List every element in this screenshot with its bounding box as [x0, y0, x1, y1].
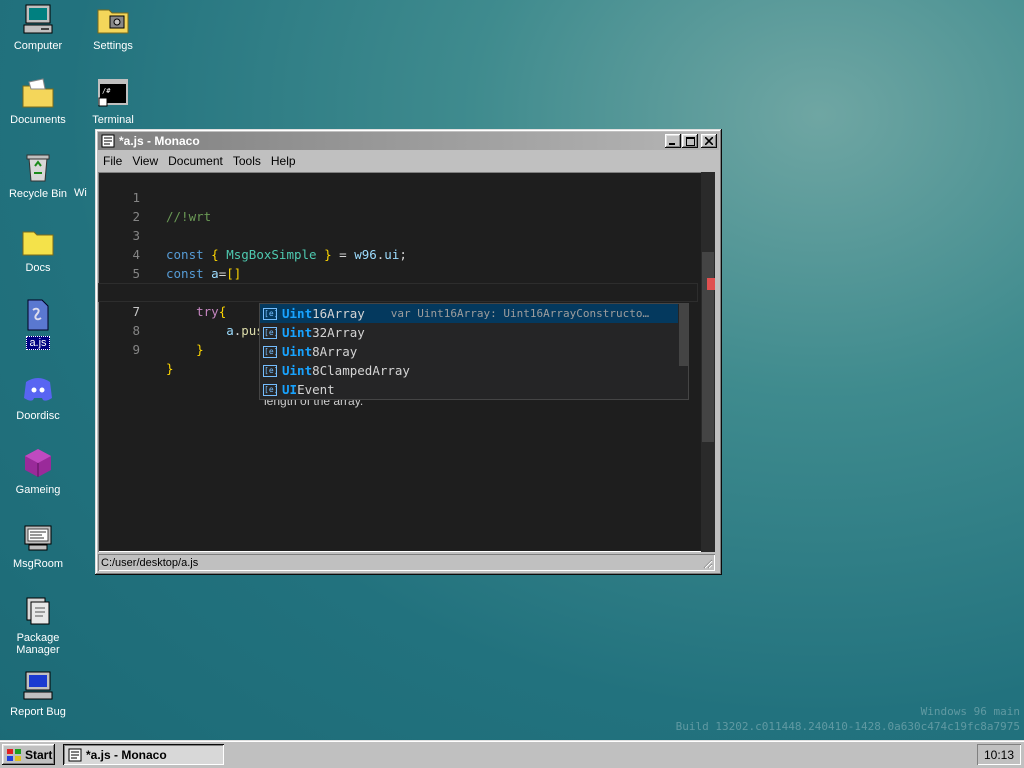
- variable-icon: [e]: [263, 307, 279, 320]
- code-editor[interactable]: 1 //!wrt 2 3 const { MsgBoxSimple } = w9…: [98, 172, 715, 552]
- watermark-line: Windows 96 main: [920, 705, 1020, 718]
- suggestion-item[interactable]: [e] Uint 16Array var Uint16Array: Uint16A…: [260, 304, 678, 323]
- taskbar-item-label: *a.js - Monaco: [86, 747, 167, 762]
- suggestion-scrollbar[interactable]: [679, 304, 688, 366]
- autocomplete-list[interactable]: [e] Uint 16Array var Uint16Array: Uint16A…: [259, 303, 689, 400]
- window-title: *a.js - Monaco: [119, 134, 200, 148]
- variable-icon: [e]: [263, 364, 279, 377]
- desktop-icon-msgroom[interactable]: MsgRoom: [1, 520, 75, 570]
- suggestion-detail: var Uint16Array: Uint16ArrayConstructo…: [390, 307, 650, 320]
- error-marker: [707, 278, 715, 290]
- maximize-icon: [685, 136, 695, 146]
- line-number: 9: [132, 342, 140, 357]
- discord-icon: [24, 378, 52, 401]
- desktop-icon-documents[interactable]: Documents: [1, 76, 75, 126]
- start-label: Start: [25, 747, 53, 762]
- desktop-icon-label: Recycle Bin: [8, 188, 68, 200]
- variable-icon: [e]: [263, 383, 279, 396]
- window-titlebar[interactable]: *a.js - Monaco: [98, 132, 719, 150]
- suggestion-rest: 8ClampedArray: [312, 363, 410, 378]
- menu-tools[interactable]: Tools: [228, 154, 266, 168]
- desktop-icon-report-bug[interactable]: Report Bug: [1, 668, 75, 718]
- system-tray: 10:13: [977, 744, 1021, 765]
- script-file-icon: [27, 299, 49, 331]
- minimize-button[interactable]: [665, 134, 681, 148]
- suggestion-match: Uint: [282, 306, 313, 321]
- close-button[interactable]: [701, 134, 717, 148]
- code-line-9: }: [166, 361, 174, 376]
- suggestion-item[interactable]: [e] Uint 32Array: [260, 323, 678, 342]
- variable-icon: [e]: [263, 345, 279, 358]
- desktop-icon-label: Computer: [13, 40, 63, 52]
- desktop-icon-label: Gameing: [15, 484, 61, 496]
- desktop-icon-terminal[interactable]: /# Terminal: [76, 76, 150, 126]
- menu-help[interactable]: Help: [266, 154, 301, 168]
- code-line-8: }: [196, 342, 204, 357]
- suggestion-item[interactable]: [e] Uint 8ClampedArray: [260, 361, 678, 380]
- clock[interactable]: 10:13: [984, 748, 1014, 762]
- terminal-icon: /#: [98, 79, 128, 107]
- menu-bar: File View Document Tools Help: [98, 152, 719, 170]
- watermark-line: Build 13202.c011448.240410-1428.0a630c47…: [675, 720, 1020, 733]
- editor-window[interactable]: *a.js - Monaco File View Document Tools …: [95, 129, 722, 575]
- resize-grip-icon[interactable]: [701, 557, 713, 569]
- desktop-icon-label-partial: Wi: [74, 187, 87, 199]
- minimize-icon: [669, 143, 675, 145]
- settings-folder-icon: [97, 9, 129, 34]
- suggestion-rest: Event: [297, 382, 335, 397]
- file-path: C:/user/desktop/a.js: [101, 556, 199, 569]
- suggestion-rest: 32Array: [312, 325, 365, 340]
- package-manager-icon: [26, 597, 50, 625]
- desktop-icon-label: Terminal: [92, 114, 134, 126]
- variable-icon: [e]: [263, 326, 279, 339]
- suggestion-item[interactable]: [e] Uint 8Array: [260, 342, 678, 361]
- build-watermark: Windows 96 main Build 13202.c011448.2404…: [676, 704, 1020, 734]
- desktop-icon-label: Report Bug: [10, 706, 66, 718]
- desktop-icon-gameing[interactable]: Gameing: [1, 446, 75, 496]
- desktop-icon-label: Documents: [10, 114, 66, 126]
- suggestion-match: Uint: [282, 363, 313, 378]
- folder-icon: [22, 231, 54, 256]
- menu-file[interactable]: File: [98, 154, 127, 168]
- suggestion-item[interactable]: [e] UI Event: [260, 380, 678, 399]
- status-bar: C:/user/desktop/a.js: [98, 554, 715, 571]
- desktop-icon-doordisc[interactable]: Doordisc: [1, 372, 75, 422]
- msgroom-icon: [24, 525, 52, 551]
- desktop-icon-a-js[interactable]: a.js: [1, 298, 75, 350]
- desktop-icon-package-manager[interactable]: Package Manager: [1, 594, 75, 656]
- close-icon: [705, 137, 713, 145]
- desktop-icon-recycle-bin[interactable]: Recycle Bin: [1, 150, 75, 200]
- suggestion-match: UI: [282, 382, 298, 397]
- desktop-icon-settings[interactable]: Settings: [76, 2, 150, 52]
- notepad-icon: [101, 134, 115, 148]
- editor-scrollbar[interactable]: [701, 172, 715, 552]
- desktop-icon-label: Doordisc: [16, 410, 60, 422]
- desktop-icon-label: Settings: [93, 40, 133, 52]
- cube-icon: [25, 449, 51, 477]
- menu-view[interactable]: View: [127, 154, 163, 168]
- documents-folder-icon: [22, 78, 54, 108]
- desktop-icon-label: MsgRoom: [12, 558, 64, 570]
- desktop-icon-partial[interactable]: Wi: [72, 187, 96, 199]
- maximize-button[interactable]: [682, 134, 698, 148]
- computer-icon: [23, 4, 53, 34]
- windows-logo-icon: [7, 748, 21, 761]
- desktop-icon-label: Package Manager: [16, 632, 60, 656]
- notepad-icon: [68, 748, 82, 761]
- desktop-icon-docs[interactable]: Docs: [1, 224, 75, 274]
- start-button[interactable]: Start: [2, 744, 55, 765]
- svg-text:/#: /#: [102, 87, 111, 95]
- suggestion-rest: 8Array: [312, 344, 358, 359]
- suggestion-rest: 16Array: [312, 306, 365, 321]
- report-bug-icon: [23, 671, 53, 700]
- menu-document[interactable]: Document: [163, 154, 228, 168]
- desktop-icon-label: a.js: [26, 336, 50, 350]
- recycle-bin-icon: [26, 154, 50, 182]
- desktop-icon-computer[interactable]: Computer: [1, 2, 75, 52]
- taskbar-item-monaco[interactable]: *a.js - Monaco: [63, 744, 224, 765]
- suggestion-match: Uint: [282, 325, 313, 340]
- suggestion-match: Uint: [282, 344, 313, 359]
- taskbar: Start *a.js - Monaco 10:13: [0, 740, 1024, 768]
- desktop-icon-label: Docs: [25, 262, 51, 274]
